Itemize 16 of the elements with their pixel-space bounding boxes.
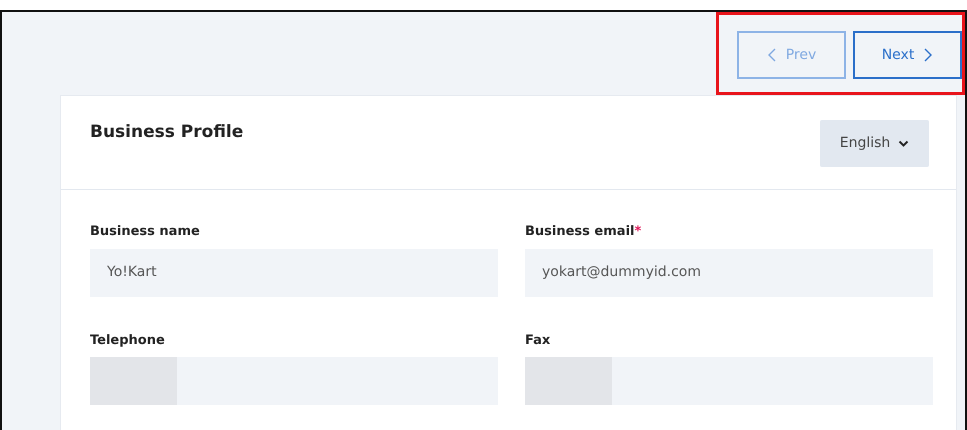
field-label: Business name (90, 223, 201, 241)
field-label: Business email* (525, 223, 642, 241)
next-button[interactable]: Next (853, 31, 962, 79)
chevron-right-icon (924, 48, 934, 62)
input-field[interactable]: Yo!Kart (90, 248, 498, 296)
chevron-left-icon (766, 48, 776, 62)
country-code-selector[interactable] (525, 357, 612, 405)
field-label: Telephone (90, 332, 166, 350)
field-label: Fax (525, 332, 552, 350)
card-title: Business Profile (90, 122, 244, 144)
phone-input-field[interactable] (525, 357, 933, 405)
language-dropdown[interactable]: English (820, 120, 929, 167)
chevron-down-icon (898, 140, 910, 148)
input-field[interactable]: yokart@dummyid.com (525, 248, 933, 296)
country-code-selector[interactable] (90, 357, 177, 405)
phone-input-field[interactable] (90, 357, 498, 405)
